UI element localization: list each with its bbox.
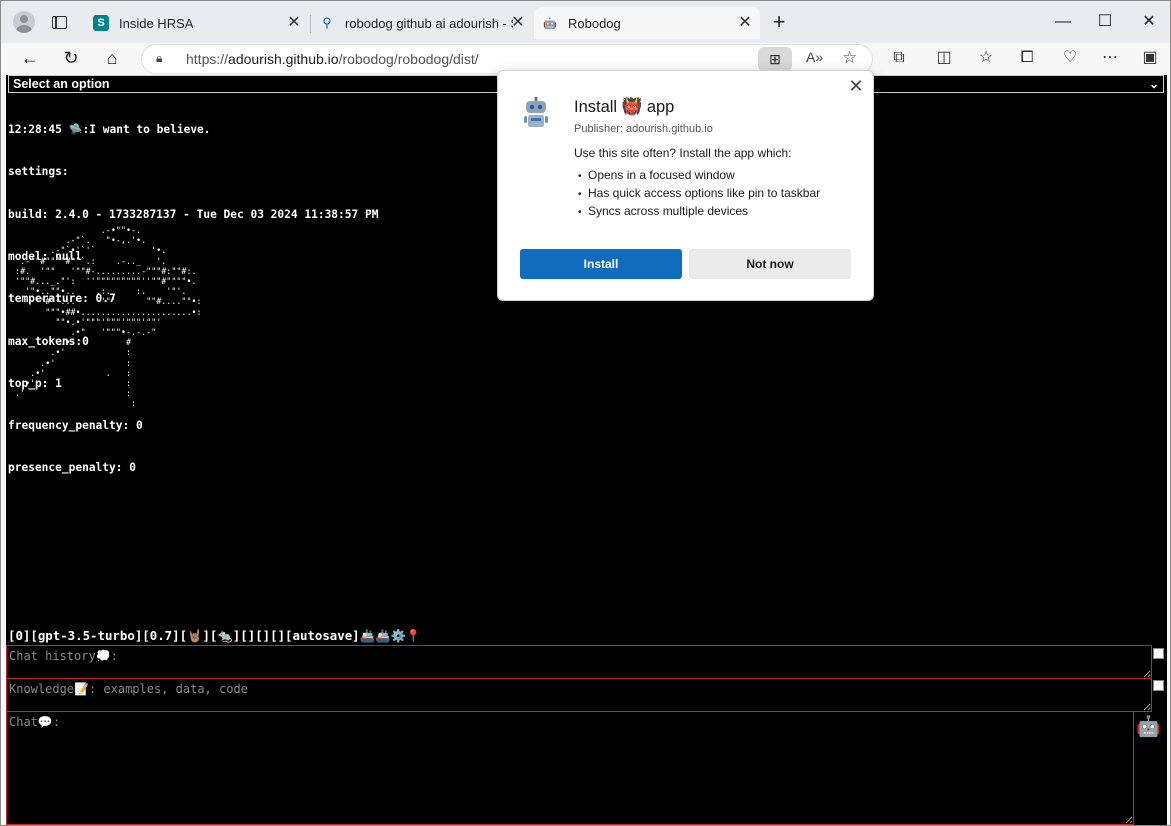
app-available-icon[interactable]: ⊞ [758, 47, 792, 71]
browser-window: S Inside HRSA ✕ ⚲ robodog github ai adou… [0, 0, 1171, 826]
split-screen-icon[interactable]: ◫ [930, 45, 958, 71]
console-line: 12:28:45 🛸:I want to believe. [8, 123, 211, 137]
read-aloud-icon[interactable]: A» [806, 49, 823, 65]
tab-title: Inside HRSA [119, 15, 194, 31]
dialog-description: Use this site often? Install the app whi… [574, 146, 792, 160]
install-button[interactable]: Install [520, 249, 682, 279]
site-info-icon[interactable]: 🔒︎ [156, 51, 170, 67]
chat-history-input[interactable] [6, 645, 1152, 679]
dialog-title: Install 👹 app [574, 98, 675, 116]
tab-robodog-search[interactable]: ⚲ robodog github ai adourish - Sea ✕ [311, 7, 533, 39]
knowledge-input[interactable] [6, 678, 1152, 712]
extensions-icon[interactable]: ⧉ [885, 45, 913, 71]
profile-avatar-icon[interactable] [13, 11, 35, 33]
favorites-icon[interactable]: ☆ [972, 45, 1000, 71]
console-line: presence_penalty: 0 [8, 461, 136, 475]
robot-app-icon [524, 97, 548, 127]
publisher-text: Publisher: adourish.github.io [574, 123, 713, 135]
select-label: Select an option [13, 77, 110, 91]
feature-list: Opens in a focused window Has quick acce… [578, 167, 820, 221]
refresh-icon[interactable]: ↻ [56, 45, 86, 71]
browser-essentials-icon[interactable]: ♡ [1056, 45, 1084, 71]
chat-history-checkbox[interactable] [1153, 648, 1164, 659]
robot-icon: 🤖 [543, 17, 557, 30]
search-icon: ⚲ [322, 15, 332, 30]
chat-input[interactable] [6, 711, 1134, 825]
maximize-icon[interactable]: ☐ [1091, 9, 1119, 35]
tab-inside-hrsa[interactable]: S Inside HRSA ✕ [85, 7, 309, 39]
console-line: frequency_penalty: 0 [8, 419, 143, 433]
not-now-button[interactable]: Not now [689, 249, 851, 279]
install-app-dialog: ✕ Install 👹 app Publisher: adourish.gith… [497, 70, 874, 301]
back-icon[interactable]: ← [15, 45, 45, 71]
tab-actions-icon[interactable] [49, 13, 69, 31]
close-tab-icon[interactable]: ✕ [736, 14, 754, 32]
list-item: Has quick access options like pin to tas… [578, 185, 820, 203]
status-line[interactable]: [0][gpt-3.5-turbo][0.7][🤘🏽][🐀][][][][aut… [8, 628, 421, 644]
url-text[interactable]: https://adourish.github.io/robodog/robod… [186, 51, 479, 67]
console-line: settings: [8, 165, 69, 179]
ufo-ascii-art: .-•""•-. .-"`. "•-,.'•. .-"`•'`'` '•. .-… [15, 225, 202, 409]
close-tab-icon[interactable]: ✕ [285, 14, 303, 32]
sharepoint-icon: S [93, 15, 109, 31]
knowledge-checkbox[interactable] [1153, 680, 1164, 691]
tab-strip: S Inside HRSA ✕ ⚲ robodog github ai adou… [1, 1, 1170, 43]
new-tab-icon[interactable]: + [767, 11, 791, 35]
close-tab-icon[interactable]: ✕ [509, 14, 527, 32]
tab-title: Robodog [568, 15, 621, 31]
list-item: Syncs across multiple devices [578, 203, 820, 221]
list-item: Opens in a focused window [578, 167, 820, 185]
more-options-icon[interactable]: ⋯ [1096, 45, 1124, 71]
home-icon[interactable]: ⌂ [97, 45, 127, 71]
close-icon[interactable]: ✕ [847, 77, 865, 95]
close-window-icon[interactable]: ✕ [1135, 9, 1163, 35]
chevron-down-icon: ⌄ [1148, 77, 1159, 91]
send-robot-icon[interactable]: 🤖 [1136, 715, 1161, 739]
minimize-icon[interactable]: — [1049, 9, 1077, 35]
favorite-star-icon[interactable]: ☆ [842, 48, 857, 68]
tab-title: robodog github ai adourish - Sea [345, 15, 513, 31]
sidebar-toggle-icon[interactable]: ▣ [1136, 45, 1164, 71]
collections-icon[interactable]: ⧠ [1013, 45, 1041, 71]
console-line: build: 2.4.0 - 1733287137 - Tue Dec 03 2… [8, 207, 379, 221]
browser-toolbar: ← ↻ ⌂ 🔒︎ https://adourish.github.io/robo… [1, 43, 1170, 74]
tab-robodog[interactable]: 🤖 Robodog ✕ [534, 7, 760, 39]
